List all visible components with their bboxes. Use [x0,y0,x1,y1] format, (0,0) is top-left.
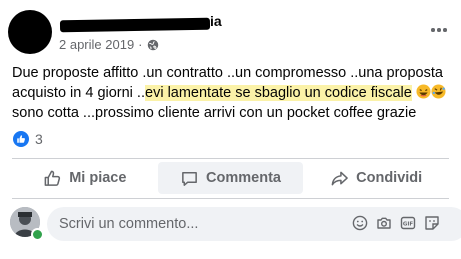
facebook-post: ia 2 aprile 2019 · Due proposte affitto … [0,0,461,259]
author-name-suffix[interactable]: ia [210,13,222,29]
share-icon [331,171,349,185]
laughing-emoji-icon [416,84,431,99]
more-options-button[interactable] [427,22,451,38]
post-actions: Mi piace Commenta Condividi [12,162,449,194]
thumbs-up-icon [44,170,61,186]
share-button[interactable]: Condividi [303,162,449,194]
like-label: Mi piace [69,170,127,186]
divider [12,198,449,199]
svg-text:GIF: GIF [403,222,414,228]
meta-separator: · [138,37,143,52]
author-avatar-redacted[interactable] [8,10,52,54]
like-button[interactable]: Mi piace [12,162,158,194]
post-header: ia 2 aprile 2019 · [8,10,453,54]
comment-composer: GIF [10,207,461,241]
globe-icon[interactable] [147,39,159,51]
share-label: Condividi [356,170,423,186]
comment-button[interactable]: Commenta [157,162,304,194]
online-status-dot [31,228,44,241]
post-text: Due proposte affitto .un contratto ..un … [12,63,452,123]
like-icon [13,131,29,147]
rofl-emoji-icon [431,84,446,99]
author-name-redacted[interactable] [59,17,211,33]
camera-icon[interactable] [376,215,392,231]
post-text-part: sono cotta ...prossimo cliente arrivi co… [12,105,417,121]
post-date[interactable]: 2 aprile 2019 [59,37,134,52]
divider [12,158,449,159]
comment-label: Commenta [206,170,281,186]
more-dot [431,28,435,32]
sticker-icon[interactable] [424,215,440,231]
more-dot [443,28,447,32]
emoji-icon[interactable] [352,215,368,231]
comment-tools: GIF [352,215,440,231]
gif-icon[interactable]: GIF [400,215,416,231]
reactions-summary[interactable]: 3 [13,131,43,147]
post-meta: 2 aprile 2019 · [59,37,159,52]
more-dot [437,28,441,32]
highlighted-text: evi lamentate se sbaglio un codice fisca… [145,85,412,101]
comment-icon [182,171,197,186]
reaction-count[interactable]: 3 [35,131,43,147]
